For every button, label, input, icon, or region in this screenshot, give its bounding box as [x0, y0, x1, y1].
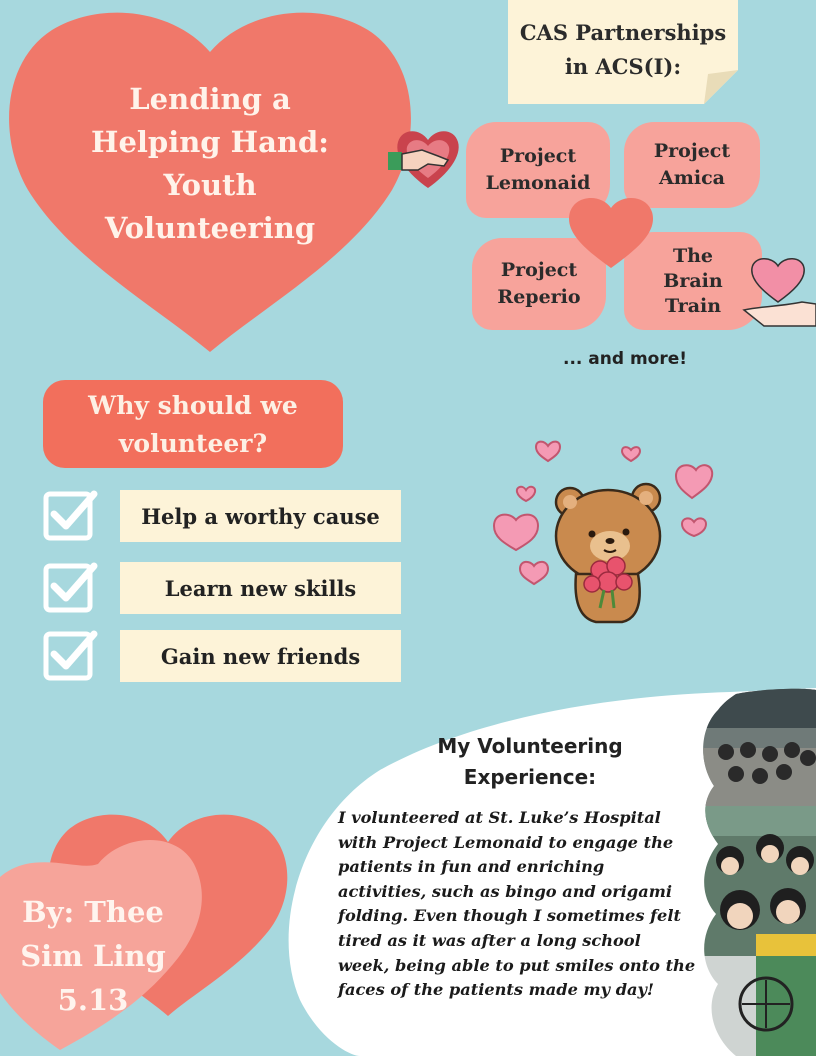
- experience-heading-line: Experience:: [463, 765, 597, 789]
- author-credit: By: Thee Sim Ling 5.13: [8, 890, 178, 1022]
- experience-text-line: patients in fun and enriching: [338, 857, 605, 877]
- volunteering-photos: [703, 688, 816, 1056]
- experience-text: I volunteered at St. Luke’s Hospital wit…: [338, 806, 700, 1003]
- author-line: By: Thee: [22, 895, 164, 929]
- experience-text-line: folding. Even though I sometimes felt: [338, 906, 681, 926]
- author-line: 5.13: [57, 983, 129, 1017]
- poster: Lending a Helping Hand: Youth Volunteeri…: [0, 0, 816, 1056]
- experience-heading: My Volunteering Experience:: [430, 731, 630, 793]
- experience-text-line: with Project Lemonaid to engage the: [338, 832, 674, 852]
- author-line: Sim Ling: [20, 939, 166, 973]
- experience-text-line: activities, such as bingo and origami: [338, 881, 672, 901]
- experience-text-line: week, being able to put smiles onto the: [338, 955, 696, 975]
- experience-text-line: I volunteered at St. Luke’s Hospital: [338, 808, 661, 827]
- experience-text-line: faces of the patients made my day!: [338, 980, 655, 1000]
- experience-heading-line: My Volunteering: [437, 734, 623, 758]
- experience-text-line: tired as it was after a long school: [338, 930, 641, 950]
